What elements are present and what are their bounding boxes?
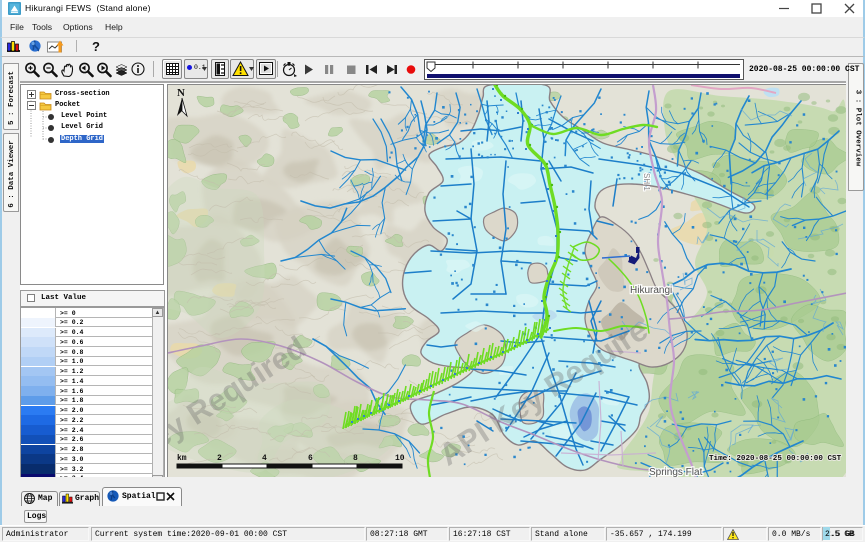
svg-text:SH 1: SH 1	[642, 173, 651, 191]
svg-text:Springs Flat: Springs Flat	[649, 467, 703, 477]
svg-text:Time: 2020-08-25 00:00:00 CST: Time: 2020-08-25 00:00:00 CST	[709, 455, 842, 463]
svg-text:km: km	[177, 454, 187, 463]
svg-text:N: N	[177, 87, 185, 99]
svg-text:6: 6	[308, 454, 313, 463]
svg-text:8: 8	[353, 454, 358, 463]
svg-text:4: 4	[262, 454, 267, 463]
svg-text:2: 2	[217, 454, 222, 463]
svg-text:Hikurangi: Hikurangi	[630, 285, 672, 296]
svg-text:10: 10	[395, 454, 405, 463]
